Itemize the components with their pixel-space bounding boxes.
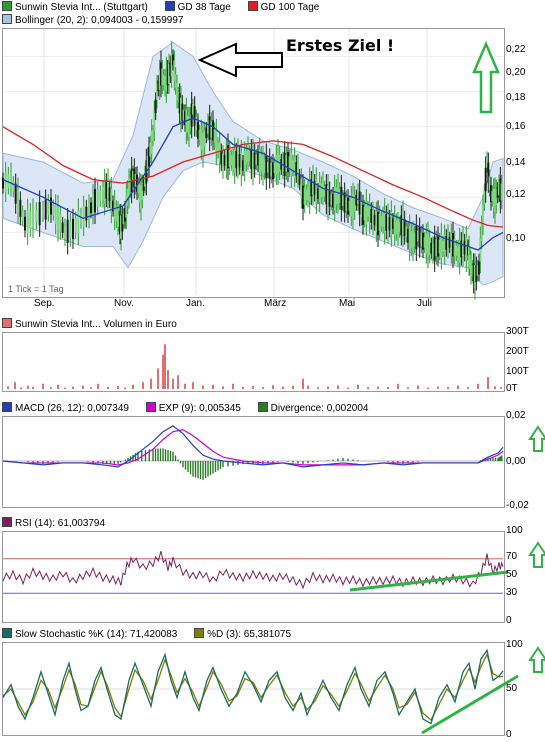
stoch-d-line	[2, 652, 504, 721]
stoch-y-tick: 100	[506, 639, 523, 650]
stoch-y-tick: 0	[506, 729, 512, 740]
stoch-y-tick: 50	[506, 683, 518, 694]
stoch-k-line	[2, 648, 504, 725]
stoch-chart	[2, 646, 545, 735]
stoch-up-arrow	[528, 646, 545, 673]
